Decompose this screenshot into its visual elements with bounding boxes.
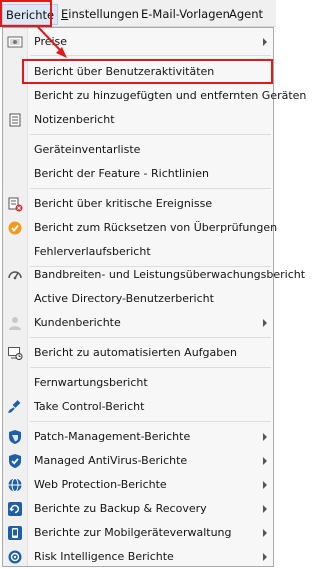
submenu-arrow-icon [263, 319, 267, 327]
menu-item-label: Bericht über Benutzeraktivitäten [34, 65, 215, 78]
menu-item-label: Bericht zu automatisierten Aufgaben [34, 346, 237, 359]
menu-item-patch-management[interactable]: Patch-Management-Berichte [3, 425, 273, 449]
menu-item-managed-antivirus[interactable]: Managed AntiVirus-Berichte [3, 449, 273, 473]
menu-berichte[interactable]: Berichte [2, 4, 59, 25]
menu-item-geraeteinventarliste[interactable]: Geräteinventarliste [3, 138, 273, 162]
separator [30, 367, 271, 368]
satellite-icon [7, 399, 23, 415]
menu-item-label: Bericht der Feature - Richtlinien [34, 167, 209, 180]
submenu-arrow-icon [263, 529, 267, 537]
backup-icon [7, 501, 23, 517]
menu-item-label: Notizenbericht [34, 113, 115, 126]
menu-item-label: Bericht zum Rücksetzen von Überprüfungen [34, 221, 278, 234]
menu-email-vorlagen[interactable]: E-Mail-Vorlagen [138, 4, 233, 25]
submenu-arrow-icon [263, 433, 267, 441]
menu-item-feature-richtlinien[interactable]: Bericht der Feature - Richtlinien [3, 162, 273, 186]
submenu-arrow-icon [263, 553, 267, 561]
separator [30, 55, 271, 56]
submenu-arrow-icon [263, 38, 267, 46]
antivirus-shield-icon [7, 453, 23, 469]
menu-item-notizenbericht[interactable]: Notizenbericht [3, 108, 273, 132]
menu-item-label: Risk Intelligence Berichte [34, 550, 174, 563]
check-reset-icon [7, 220, 23, 236]
menu-item-kundenberichte[interactable]: Kundenberichte [3, 311, 273, 335]
menu-item-label: Web Protection-Berichte [34, 478, 167, 491]
mobile-device-icon [7, 525, 23, 541]
user-icon [7, 315, 23, 331]
menu-item-label: Fernwartungsbericht [34, 376, 148, 389]
menu-item-ruecksetzen-ueberpruefungen[interactable]: Bericht zum Rücksetzen von Überprüfungen [3, 216, 277, 240]
menu-item-label: Take Control-Bericht [34, 400, 145, 413]
submenu-arrow-icon [263, 505, 267, 513]
menu-item-label: Kundenberichte [34, 316, 121, 329]
menu-item-bandbreiten-leistung[interactable]: Bandbreiten- und Leistungsüberwachungsbe… [3, 263, 305, 287]
menu-agent[interactable]: Agent [226, 4, 266, 25]
berichte-dropdown-menu: Preise Bericht über Benutzeraktivitäten … [2, 27, 306, 569]
automation-icon [7, 345, 23, 361]
separator [30, 337, 271, 338]
notes-icon [7, 112, 23, 128]
gauge-icon [7, 267, 23, 283]
menu-einstellungen-rest: instellungen [68, 7, 139, 21]
menu-item-label: Preise [34, 35, 68, 48]
menu-item-label: Berichte zu Backup & Recovery [34, 502, 207, 515]
shield-icon [7, 429, 23, 445]
menu-item-web-protection[interactable]: Web Protection-Berichte [3, 473, 273, 497]
menu-einstellungen[interactable]: Einstellungen [58, 4, 142, 25]
globe-icon [7, 477, 23, 493]
risk-intelligence-icon [7, 549, 23, 565]
critical-events-icon [7, 196, 23, 212]
menu-item-geraete-hinzugefuegt-entfernt[interactable]: Bericht zu hinzugefügten und entfernten … [3, 84, 306, 108]
menu-item-take-control[interactable]: Take Control-Bericht [3, 395, 273, 419]
menu-item-label: Patch-Management-Berichte [34, 430, 191, 443]
menu-item-benutzeraktivitaeten[interactable]: Bericht über Benutzeraktivitäten [3, 60, 273, 84]
menu-item-label: Bericht über kritische Ereignisse [34, 197, 213, 210]
menu-item-automatisierte-aufgaben[interactable]: Bericht zu automatisierten Aufgaben [3, 341, 273, 365]
menu-item-label: Geräteinventarliste [34, 143, 141, 156]
submenu-arrow-icon [263, 481, 267, 489]
menu-item-label: Managed AntiVirus-Berichte [34, 454, 188, 467]
menu-item-mobilgeraeteverwaltung[interactable]: Berichte zur Mobilgeräteverwaltung [3, 521, 273, 545]
menu-item-preise[interactable]: Preise [3, 30, 273, 54]
price-list-icon [7, 34, 23, 50]
menu-item-active-directory[interactable]: Active Directory-Benutzerbericht [3, 287, 273, 311]
menu-item-fehlerverlaufsbericht[interactable]: Fehlerverlaufsbericht [3, 240, 273, 264]
menu-item-fernwartungsbericht[interactable]: Fernwartungsbericht [3, 371, 273, 395]
menu-item-label: Fehlerverlaufsbericht [34, 245, 151, 258]
menu-item-label: Bericht zu hinzugefügten und entfernten … [34, 89, 307, 102]
menu-item-label: Active Directory-Benutzerbericht [34, 292, 214, 305]
menu-item-label: Bandbreiten- und Leistungsüberwachungsbe… [34, 268, 306, 281]
menu-item-risk-intelligence[interactable]: Risk Intelligence Berichte [3, 545, 273, 569]
separator [30, 188, 271, 189]
submenu-arrow-icon [263, 457, 267, 465]
menu-bar: Berichte Einstellungen E-Mail-Vorlagen A… [0, 0, 276, 27]
menu-item-kritische-ereignisse[interactable]: Bericht über kritische Ereignisse [3, 192, 273, 216]
separator [30, 134, 271, 135]
menu-item-backup-recovery[interactable]: Berichte zu Backup & Recovery [3, 497, 273, 521]
menu-item-label: Berichte zur Mobilgeräteverwaltung [34, 526, 232, 539]
separator [30, 421, 271, 422]
